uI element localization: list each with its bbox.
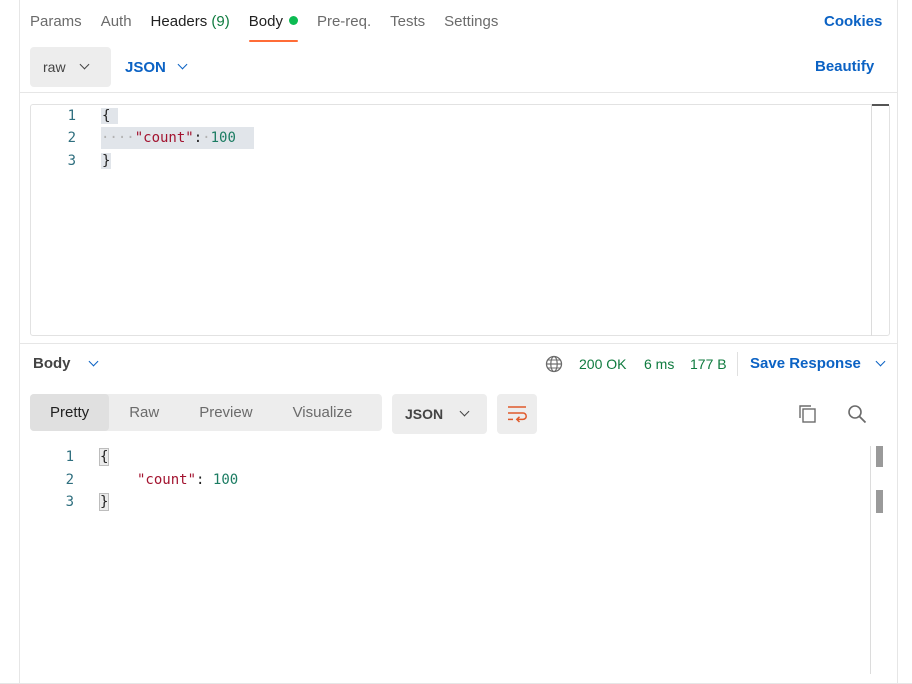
body-language-value: JSON xyxy=(125,58,166,76)
tab-auth[interactable]: Auth xyxy=(101,12,132,42)
response-format-value: JSON xyxy=(405,406,444,422)
json-colon: : xyxy=(193,130,203,146)
response-scrollbar-track[interactable] xyxy=(870,446,871,674)
open-brace: { xyxy=(98,448,110,466)
wrap-lines-icon xyxy=(508,406,527,423)
tab-headers[interactable]: Headers (9) xyxy=(151,12,230,42)
response-view-tabs: Pretty Raw Preview Visualize xyxy=(30,394,382,431)
response-format-select[interactable]: JSON xyxy=(392,394,487,434)
body-language-select[interactable]: JSON xyxy=(125,47,188,87)
code-line-2[interactable]: ····"count":·100 xyxy=(101,127,254,149)
right-border xyxy=(897,0,898,684)
request-tabs: Params Auth Headers (9) Body Pre-req. Te… xyxy=(30,12,517,42)
body-mode-value: raw xyxy=(43,59,66,75)
divider xyxy=(737,352,738,376)
divider xyxy=(20,343,898,344)
view-tab-preview[interactable]: Preview xyxy=(179,394,272,431)
status-code[interactable]: 200 OK xyxy=(579,354,626,374)
tab-settings[interactable]: Settings xyxy=(444,12,498,42)
line-number: 2 xyxy=(65,472,74,488)
save-response-button[interactable]: Save Response xyxy=(750,354,886,374)
line-number: 3 xyxy=(65,494,74,510)
json-key: "count" xyxy=(134,130,194,146)
response-line-3[interactable]: } xyxy=(98,491,110,513)
chevron-down-icon xyxy=(88,356,99,367)
response-section-select[interactable]: Body xyxy=(33,354,99,374)
editor-scrollbar-thumb[interactable] xyxy=(872,104,889,106)
tab-params[interactable]: Params xyxy=(30,12,82,42)
tab-prereq[interactable]: Pre-req. xyxy=(317,12,371,42)
search-icon[interactable] xyxy=(846,403,868,425)
json-number: 100 xyxy=(210,130,236,146)
view-tab-visualize[interactable]: Visualize xyxy=(273,394,373,431)
body-mode-select[interactable]: raw xyxy=(30,47,111,87)
wrap-lines-button[interactable] xyxy=(497,394,537,434)
left-border xyxy=(19,0,20,684)
tab-headers-label: Headers xyxy=(150,13,208,30)
json-number: 100 xyxy=(212,472,239,488)
tab-settings-label: Settings xyxy=(444,13,499,30)
copy-icon[interactable] xyxy=(797,403,819,425)
cookies-link[interactable]: Cookies xyxy=(824,12,882,32)
save-response-label: Save Response xyxy=(750,355,861,372)
chevron-down-icon xyxy=(875,356,886,367)
line-number: 1 xyxy=(67,108,76,124)
response-line-1[interactable]: { xyxy=(98,446,110,468)
editor-scrollbar-track[interactable] xyxy=(871,104,872,336)
tab-auth-label: Auth xyxy=(100,13,132,30)
view-tab-raw[interactable]: Raw xyxy=(109,394,179,431)
chevron-down-icon xyxy=(459,406,470,416)
response-time[interactable]: 6 ms xyxy=(644,354,674,374)
response-size[interactable]: 177 B xyxy=(690,354,727,374)
tab-params-label: Params xyxy=(30,13,82,30)
beautify-button[interactable]: Beautify xyxy=(815,57,874,77)
line-number: 3 xyxy=(67,153,76,169)
json-key: "count" xyxy=(137,472,197,488)
line-number: 2 xyxy=(67,130,76,146)
view-tab-pretty[interactable]: Pretty xyxy=(30,394,110,431)
response-line-2[interactable]: "count": 100 xyxy=(137,469,238,491)
code-line-1[interactable]: { xyxy=(101,105,119,127)
close-brace: } xyxy=(101,153,112,169)
tab-tests-label: Tests xyxy=(390,13,426,30)
response-scrollbar-thumb[interactable] xyxy=(876,490,883,513)
tab-body-label: Body xyxy=(248,13,283,30)
close-brace: } xyxy=(98,493,110,511)
indent-whitespace: ···· xyxy=(101,130,135,146)
tab-prereq-label: Pre-req. xyxy=(316,13,372,30)
body-modified-dot xyxy=(288,16,298,25)
divider xyxy=(20,92,898,93)
code-line-3[interactable]: } xyxy=(101,150,112,172)
globe-icon[interactable] xyxy=(545,355,563,373)
tab-body[interactable]: Body xyxy=(248,12,299,42)
tab-tests[interactable]: Tests xyxy=(390,12,425,42)
headers-count: (9) xyxy=(211,13,230,30)
open-brace: { xyxy=(101,108,119,124)
chevron-down-icon xyxy=(177,59,188,69)
chevron-down-icon xyxy=(79,59,90,69)
line-number: 1 xyxy=(65,449,74,465)
json-colon: : xyxy=(196,472,205,488)
response-section-label: Body xyxy=(33,355,71,372)
response-scrollbar-thumb[interactable] xyxy=(876,446,883,467)
